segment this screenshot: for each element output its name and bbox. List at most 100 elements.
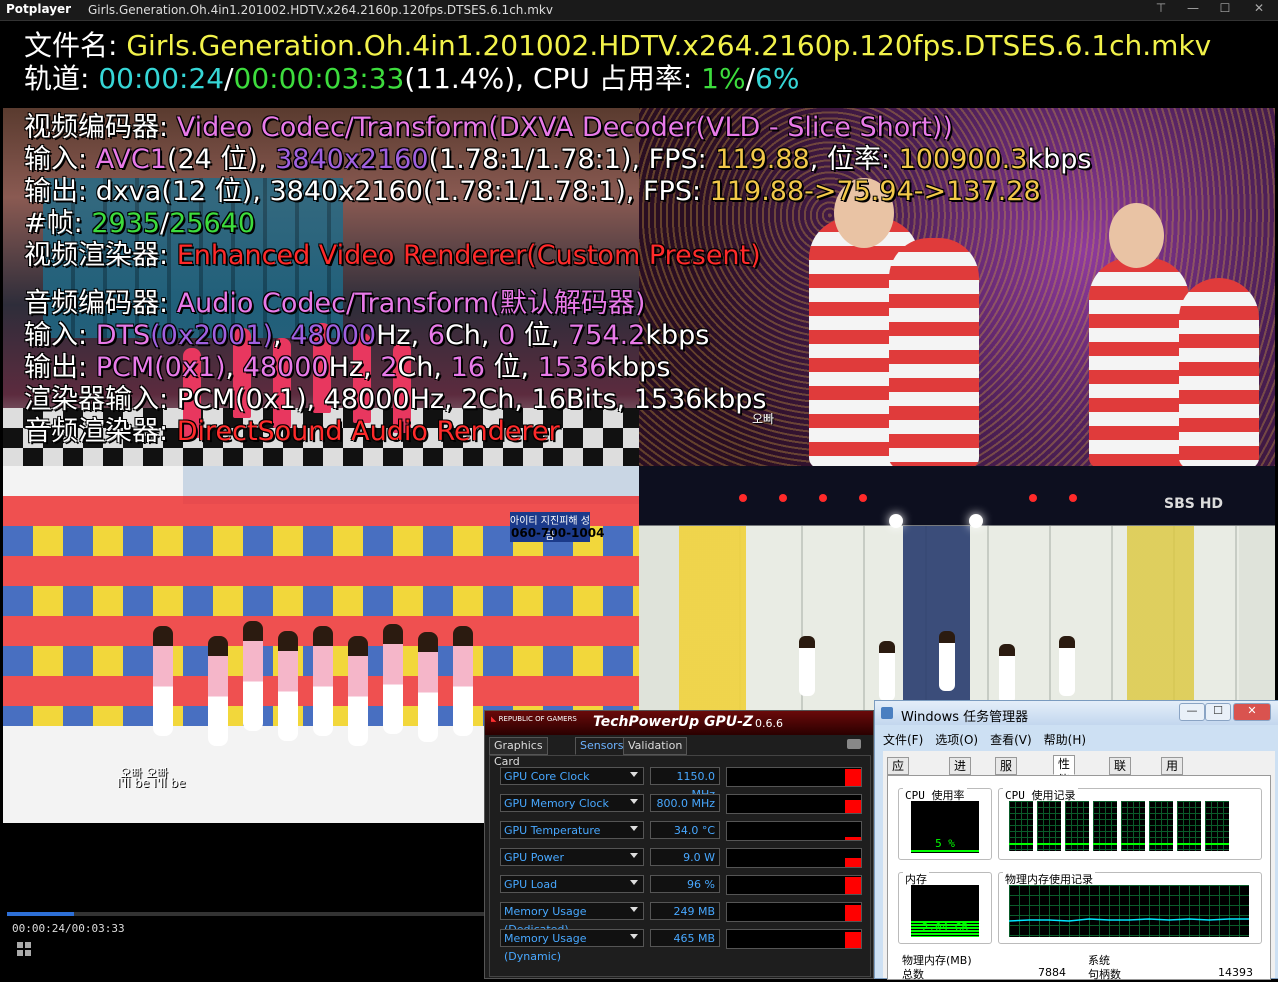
tab-performance[interactable]: 性能 <box>1053 755 1076 787</box>
sensor-label[interactable]: Memory Usage (Dynamic) <box>500 929 644 963</box>
osd-percent: (11.4%), <box>404 62 533 95</box>
rog-brand: REPUBLIC OF GAMERS <box>498 715 577 723</box>
close-button[interactable]: ✕ <box>1246 0 1272 18</box>
stage-light <box>1069 494 1077 502</box>
dancer <box>348 636 368 746</box>
osd-ain-id: (0x2001) <box>150 320 274 351</box>
window-title-file: Girls.Generation.Oh.4in1.201002.HDTV.x26… <box>88 3 553 17</box>
menu-file[interactable]: 文件(F) <box>883 733 923 747</box>
sensor-value: 96 % <box>650 875 720 893</box>
osd-ain-bits-unit: 位, <box>515 320 569 351</box>
cpu-usage-meter-bar <box>911 850 979 853</box>
tab-validation[interactable]: Validation <box>623 737 688 755</box>
osd-acodec-line: 音频编码器: Audio Codec/Transform(默认解码器) <box>24 288 645 320</box>
sensor-graph <box>726 902 862 922</box>
osd-vout: dxva(12 位), 3840x2160(1.78:1/1.78:1), FP… <box>95 176 710 207</box>
osd-ain-hz: Hz, <box>376 320 428 351</box>
subtitle-english: I'll be I'll be <box>117 776 186 790</box>
sensor-label[interactable]: GPU Power <box>500 848 644 866</box>
osd-frames-line: #帧: 2935/25640 <box>24 208 255 240</box>
tab-sensors[interactable]: Sensors <box>575 737 629 755</box>
dancer <box>799 636 815 696</box>
osd-vin-rate: 100900.3 <box>898 144 1028 175</box>
dancer <box>418 632 438 742</box>
osd-ain-sep: , <box>273 320 291 351</box>
chevron-down-icon[interactable] <box>630 934 638 939</box>
chevron-down-icon[interactable] <box>630 799 638 804</box>
osd-vout-fps: 119.88->75.94->137.28 <box>709 176 1041 207</box>
osd-vin-res: 3840x2160 <box>275 144 429 175</box>
gpuz-title: TechPowerUp GPU-Z <box>593 714 754 730</box>
handles-value: 14393 <box>1218 966 1253 979</box>
cpu-usage-group: CPU 使用率 5 % <box>898 787 992 860</box>
dancer <box>208 636 228 746</box>
sensor-value: 249 MB <box>650 902 720 920</box>
cpu-core-graph <box>1121 801 1145 851</box>
chevron-down-icon[interactable] <box>630 907 638 912</box>
menu-options[interactable]: 选项(O) <box>935 733 978 747</box>
osd-aout-sep: , <box>225 352 243 383</box>
chevron-down-icon[interactable] <box>630 853 638 858</box>
sensor-label[interactable]: GPU Memory Clock <box>500 794 644 812</box>
osd-aout-hz: Hz, <box>328 352 381 383</box>
sbs-logo: SBS HD <box>1164 496 1224 512</box>
osd-ain-kbps-unit: kbps <box>645 320 710 351</box>
sensor-row: Memory Usage (Dynamic) 465 MB <box>500 929 862 963</box>
chevron-down-icon[interactable] <box>630 772 638 777</box>
osd-ain-codec: DTS <box>95 320 151 351</box>
stage-light <box>1029 494 1037 502</box>
chevron-down-icon[interactable] <box>630 826 638 831</box>
osd-vin-line: 输入: AVC1(24 位), 3840x2160(1.78:1/1.78:1)… <box>24 144 1091 176</box>
osd-aout-rate: 48000 <box>242 352 329 383</box>
sensor-label[interactable]: GPU Load <box>500 875 644 893</box>
tab-services[interactable]: 服务 <box>995 757 1018 789</box>
maximize-button[interactable]: ☐ <box>1212 0 1238 18</box>
seek-progress <box>7 912 75 916</box>
tab-networking[interactable]: 联网 <box>1109 757 1132 789</box>
total-label: 总数 <box>902 968 924 981</box>
title-bar[interactable]: Potplayer Girls.Generation.Oh.4in1.20100… <box>0 0 1278 21</box>
gpuz-version: 0.6.6 <box>755 717 783 730</box>
sensor-graph <box>726 794 862 814</box>
osd-ain-line: 输入: DTS(0x2001), 48000Hz, 6Ch, 0 位, 754.… <box>24 320 709 352</box>
menu-view[interactable]: 查看(V) <box>990 733 1032 747</box>
task-manager-titlebar[interactable]: Windows 任务管理器 — ☐ ✕ <box>875 701 1278 725</box>
tab-users[interactable]: 用户 <box>1161 757 1184 789</box>
sensor-value: 1150.0 MHz <box>650 767 720 801</box>
sensor-value: 9.0 W <box>650 848 720 866</box>
osd-arender-label: 音频渲染器: <box>24 416 177 447</box>
osd-vrender-label: 视频渲染器: <box>24 240 177 271</box>
menu-bar: 文件(F) 选项(O) 查看(V) 帮助(H) <box>883 731 1098 748</box>
sensor-label[interactable]: GPU Core Clock <box>500 767 644 785</box>
tab-applications[interactable]: 应用程序 <box>887 757 910 821</box>
camera-icon[interactable] <box>847 739 861 749</box>
sensor-label[interactable]: Memory Usage (Dedicated) <box>500 902 644 936</box>
performer <box>1179 278 1259 466</box>
maximize-button[interactable]: ☐ <box>1205 703 1231 721</box>
osd-frames-total: 25640 <box>169 208 256 239</box>
menu-help[interactable]: 帮助(H) <box>1044 733 1086 747</box>
osd-aout-ch: 2 <box>380 352 398 383</box>
osd-aout-kbps-unit: kbps <box>606 352 671 383</box>
dancer <box>153 626 173 736</box>
sensor-graph <box>726 767 862 787</box>
sensor-value: 800.0 MHz <box>650 794 720 812</box>
osd-position: 00:00:24 <box>98 62 225 95</box>
tab-graphics-card[interactable]: Graphics Card <box>489 737 548 768</box>
sensor-graph <box>726 875 862 895</box>
pin-icon[interactable]: ⊤ <box>1148 0 1174 18</box>
minimize-button[interactable]: — <box>1180 0 1206 18</box>
chevron-down-icon[interactable] <box>630 880 638 885</box>
gpuz-header[interactable]: ◣ REPUBLIC OF GAMERS TechPowerUp GPU-Z 0… <box>485 711 873 735</box>
osd-rin-line: 渲染器输入: PCM(0x1), 48000Hz, 2Ch, 16Bits, 1… <box>24 384 766 416</box>
osd-vin-rate-unit: kbps <box>1027 144 1092 175</box>
sensor-label[interactable]: GPU Temperature <box>500 821 644 839</box>
sensor-graph-bar <box>845 931 861 948</box>
tab-processes[interactable]: 进程 <box>949 757 972 789</box>
menu-grid-icon[interactable] <box>17 942 31 956</box>
osd-aout-label: 输出: <box>24 352 96 383</box>
close-button[interactable]: ✕ <box>1233 703 1271 721</box>
minimize-button[interactable]: — <box>1179 703 1205 721</box>
osd-ain-bits: 0 <box>498 320 516 351</box>
osd-ain-label: 输入: <box>24 320 96 351</box>
